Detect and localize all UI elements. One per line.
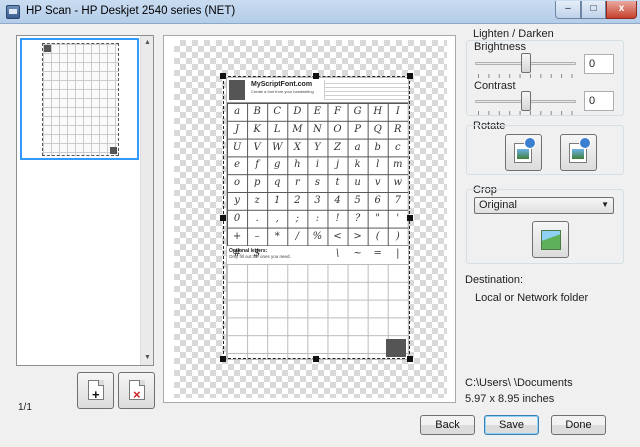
delete-x-icon: × <box>133 387 141 402</box>
page-thumbnail-selected[interactable] <box>20 38 139 160</box>
lighten-darken-label: Lighten / Darken <box>473 28 554 40</box>
crop-mode-value: Original <box>479 199 517 211</box>
chevron-down-icon: ▼ <box>601 200 609 209</box>
brightness-label: Brightness <box>474 41 526 53</box>
scan-preview-pane: MyScriptFont.com Create a font from your… <box>163 35 456 403</box>
page-thumbnail-image <box>42 43 119 156</box>
window-title: HP Scan - HP Deskjet 2540 series (NET) <box>26 5 236 17</box>
rotate-right-button[interactable] <box>560 134 597 171</box>
crop-mode-select[interactable]: Original ▼ <box>474 197 614 214</box>
page-count: 1/1 <box>18 402 32 413</box>
minimize-button[interactable]: – <box>555 1 581 19</box>
auto-crop-button[interactable] <box>532 221 569 258</box>
destination-label: Destination: <box>465 274 524 286</box>
rotate-group <box>466 125 624 175</box>
destination-value: Local or Network folder <box>475 292 589 304</box>
save-path: C:\Users\ \Documents <box>465 377 573 389</box>
delete-page-button[interactable]: × <box>118 372 155 409</box>
brightness-slider-thumb[interactable] <box>521 53 531 73</box>
crop-handle[interactable] <box>313 356 319 362</box>
contrast-input[interactable]: 0 <box>584 91 614 111</box>
title-bar: HP Scan - HP Deskjet 2540 series (NET) –… <box>0 0 640 24</box>
crop-handle[interactable] <box>220 356 226 362</box>
add-page-button[interactable]: + <box>77 372 114 409</box>
rotate-left-button[interactable] <box>505 134 542 171</box>
contrast-ticks <box>478 111 574 115</box>
scroll-up-arrow-icon[interactable]: ▲ <box>141 36 154 50</box>
thumbnail-panel: ▲ ▼ <box>16 35 154 366</box>
preview-background: MyScriptFont.com Create a font from your… <box>174 40 447 398</box>
rotate-right-arrow-icon <box>579 137 591 149</box>
done-button[interactable]: Done <box>551 415 606 435</box>
back-button[interactable]: Back <box>420 415 475 435</box>
contrast-label: Contrast <box>474 80 516 92</box>
thumbnail-corner-mark <box>44 45 51 52</box>
save-button[interactable]: Save <box>484 415 539 435</box>
thumbnail-scrollbar[interactable]: ▲ ▼ <box>140 36 153 365</box>
crop-handle[interactable] <box>407 356 413 362</box>
rotate-left-arrow-icon <box>524 137 536 149</box>
brightness-input[interactable]: 0 <box>584 54 614 74</box>
scan-size: 5.97 x 8.95 inches <box>465 393 555 405</box>
maximize-button[interactable]: □ <box>581 1 606 19</box>
plus-icon: + <box>92 387 100 402</box>
close-button[interactable]: x <box>606 1 637 19</box>
crop-handle[interactable] <box>220 215 226 221</box>
crop-frame[interactable] <box>220 73 413 362</box>
crop-handle[interactable] <box>407 215 413 221</box>
contrast-slider-thumb[interactable] <box>521 91 531 111</box>
thumbnail-corner-mark <box>110 147 117 154</box>
hp-scan-app-icon <box>6 5 20 19</box>
brightness-ticks <box>478 74 574 78</box>
landscape-image-icon <box>541 230 561 250</box>
crop-handle[interactable] <box>220 73 226 79</box>
crop-handle[interactable] <box>313 73 319 79</box>
crop-handle[interactable] <box>407 73 413 79</box>
scroll-down-arrow-icon[interactable]: ▼ <box>141 351 154 365</box>
